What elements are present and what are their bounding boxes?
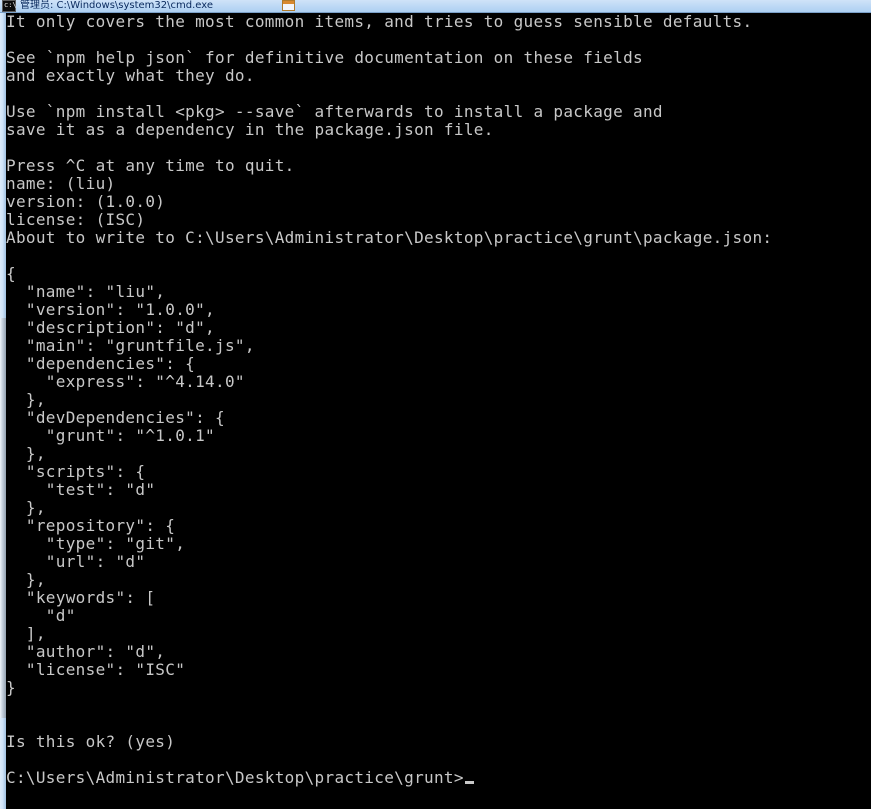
taskbar-window-icon <box>282 0 295 11</box>
console-line: license: (ISC) <box>6 210 146 229</box>
console-line: "keywords": [ <box>6 588 156 607</box>
console-line: } <box>6 678 16 697</box>
console-line: "url": "d" <box>6 552 146 571</box>
console-line: "license": "ISC" <box>6 660 186 679</box>
console-line: ], <box>6 624 46 643</box>
console-line: "d" <box>6 606 76 625</box>
console-prompt-line[interactable]: C:\Users\Administrator\Desktop\practice\… <box>6 769 871 787</box>
console-line: "author": "d", <box>6 642 166 661</box>
window-titlebar[interactable]: 管理员: C:\Windows\system32\cmd.exe <box>0 0 871 13</box>
console-line: }, <box>6 498 46 517</box>
cmd-console-icon <box>2 0 17 12</box>
console-line: Press ^C at any time to quit. <box>6 156 295 175</box>
console-line: and exactly what they do. <box>6 66 255 85</box>
console-line: "type": "git", <box>6 534 186 553</box>
console-line: "repository": { <box>6 516 176 535</box>
console-line: }, <box>6 390 46 409</box>
console-line: "name": "liu", <box>6 282 166 301</box>
console-line: It only covers the most common items, an… <box>6 13 753 31</box>
console-line: "version": "1.0.0", <box>6 300 216 319</box>
console-line: "description": "d", <box>6 318 216 337</box>
window-title: 管理员: C:\Windows\system32\cmd.exe <box>20 0 214 11</box>
console-line: save it as a dependency in the package.j… <box>6 120 494 139</box>
console-line: version: (1.0.0) <box>6 192 166 211</box>
console-line: Is this ok? (yes) <box>6 732 176 751</box>
cmd-console-window: 管理员: C:\Windows\system32\cmd.exe It only… <box>0 0 871 809</box>
console-line: "test": "d" <box>6 480 156 499</box>
console-line: "grunt": "^1.0.1" <box>6 426 216 445</box>
console-line: "express": "^4.14.0" <box>6 372 245 391</box>
console-cursor <box>464 781 474 784</box>
console-line: See `npm help json` for definitive docum… <box>6 48 643 67</box>
console-line: { <box>6 264 16 283</box>
console-output-area[interactable]: It only covers the most common items, an… <box>6 13 871 809</box>
console-line: "scripts": { <box>6 462 146 481</box>
console-line: About to write to C:\Users\Administrator… <box>6 228 773 247</box>
console-line: }, <box>6 444 46 463</box>
console-line: "devDependencies": { <box>6 408 225 427</box>
console-prompt-path: C:\Users\Administrator\Desktop\practice\… <box>6 768 464 787</box>
console-line: "dependencies": { <box>6 354 196 373</box>
console-line: Use `npm install <pkg> --save` afterward… <box>6 102 663 121</box>
console-line: name: (liu) <box>6 174 116 193</box>
console-line: }, <box>6 570 46 589</box>
console-line: "main": "gruntfile.js", <box>6 336 255 355</box>
